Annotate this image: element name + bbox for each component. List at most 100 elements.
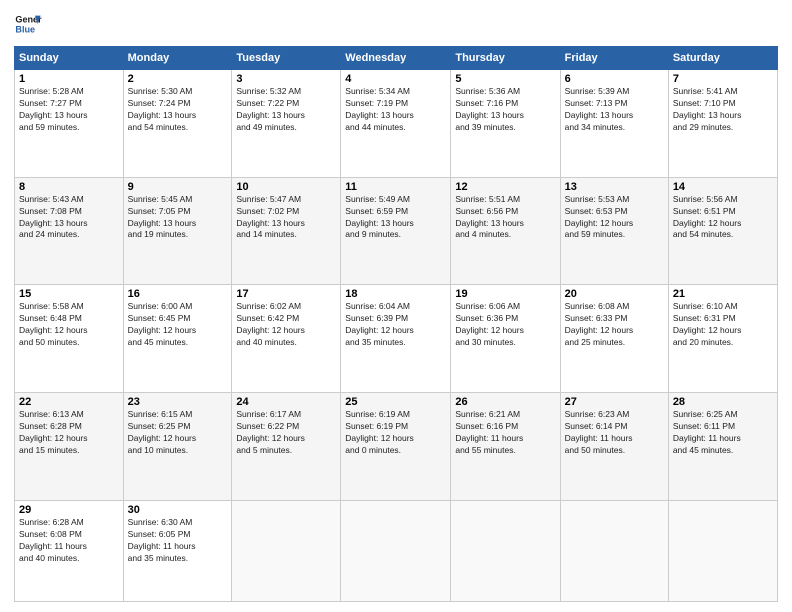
- calendar-cell: 1Sunrise: 5:28 AM Sunset: 7:27 PM Daylig…: [15, 70, 124, 178]
- day-number: 14: [673, 181, 773, 193]
- day-info: Sunrise: 6:17 AM Sunset: 6:22 PM Dayligh…: [236, 409, 336, 457]
- day-info: Sunrise: 6:19 AM Sunset: 6:19 PM Dayligh…: [345, 409, 446, 457]
- day-number: 30: [128, 504, 228, 516]
- calendar-cell: 25Sunrise: 6:19 AM Sunset: 6:19 PM Dayli…: [341, 393, 451, 501]
- calendar-cell: 14Sunrise: 5:56 AM Sunset: 6:51 PM Dayli…: [668, 177, 777, 285]
- day-number: 10: [236, 181, 336, 193]
- logo: General Blue: [14, 10, 42, 38]
- day-info: Sunrise: 6:21 AM Sunset: 6:16 PM Dayligh…: [455, 409, 555, 457]
- day-info: Sunrise: 6:06 AM Sunset: 6:36 PM Dayligh…: [455, 301, 555, 349]
- day-info: Sunrise: 5:34 AM Sunset: 7:19 PM Dayligh…: [345, 86, 446, 134]
- day-info: Sunrise: 5:43 AM Sunset: 7:08 PM Dayligh…: [19, 194, 119, 242]
- page: General Blue SundayMondayTuesdayWednesda…: [0, 0, 792, 612]
- day-number: 5: [455, 73, 555, 85]
- weekday-header-monday: Monday: [123, 47, 232, 70]
- calendar-cell: 10Sunrise: 5:47 AM Sunset: 7:02 PM Dayli…: [232, 177, 341, 285]
- day-number: 29: [19, 504, 119, 516]
- day-info: Sunrise: 5:41 AM Sunset: 7:10 PM Dayligh…: [673, 86, 773, 134]
- day-number: 23: [128, 396, 228, 408]
- day-info: Sunrise: 5:51 AM Sunset: 6:56 PM Dayligh…: [455, 194, 555, 242]
- calendar-cell: 22Sunrise: 6:13 AM Sunset: 6:28 PM Dayli…: [15, 393, 124, 501]
- day-info: Sunrise: 6:08 AM Sunset: 6:33 PM Dayligh…: [565, 301, 664, 349]
- day-info: Sunrise: 5:49 AM Sunset: 6:59 PM Dayligh…: [345, 194, 446, 242]
- svg-text:Blue: Blue: [15, 24, 35, 34]
- weekday-header-sunday: Sunday: [15, 47, 124, 70]
- day-number: 24: [236, 396, 336, 408]
- day-number: 20: [565, 288, 664, 300]
- calendar-cell: 18Sunrise: 6:04 AM Sunset: 6:39 PM Dayli…: [341, 285, 451, 393]
- calendar-cell: 21Sunrise: 6:10 AM Sunset: 6:31 PM Dayli…: [668, 285, 777, 393]
- day-number: 6: [565, 73, 664, 85]
- day-info: Sunrise: 5:56 AM Sunset: 6:51 PM Dayligh…: [673, 194, 773, 242]
- day-number: 27: [565, 396, 664, 408]
- day-info: Sunrise: 6:23 AM Sunset: 6:14 PM Dayligh…: [565, 409, 664, 457]
- day-number: 11: [345, 181, 446, 193]
- week-row-2: 8Sunrise: 5:43 AM Sunset: 7:08 PM Daylig…: [15, 177, 778, 285]
- calendar-cell: 4Sunrise: 5:34 AM Sunset: 7:19 PM Daylig…: [341, 70, 451, 178]
- day-number: 18: [345, 288, 446, 300]
- day-info: Sunrise: 5:45 AM Sunset: 7:05 PM Dayligh…: [128, 194, 228, 242]
- day-number: 1: [19, 73, 119, 85]
- day-number: 12: [455, 181, 555, 193]
- day-number: 26: [455, 396, 555, 408]
- day-number: 8: [19, 181, 119, 193]
- day-info: Sunrise: 6:25 AM Sunset: 6:11 PM Dayligh…: [673, 409, 773, 457]
- calendar-cell: 5Sunrise: 5:36 AM Sunset: 7:16 PM Daylig…: [451, 70, 560, 178]
- calendar-cell: 29Sunrise: 6:28 AM Sunset: 6:08 PM Dayli…: [15, 500, 124, 601]
- day-number: 25: [345, 396, 446, 408]
- weekday-header-wednesday: Wednesday: [341, 47, 451, 70]
- calendar-cell: 3Sunrise: 5:32 AM Sunset: 7:22 PM Daylig…: [232, 70, 341, 178]
- week-row-5: 29Sunrise: 6:28 AM Sunset: 6:08 PM Dayli…: [15, 500, 778, 601]
- calendar-cell: 17Sunrise: 6:02 AM Sunset: 6:42 PM Dayli…: [232, 285, 341, 393]
- day-number: 2: [128, 73, 228, 85]
- day-number: 9: [128, 181, 228, 193]
- calendar-cell: [232, 500, 341, 601]
- day-number: 19: [455, 288, 555, 300]
- day-number: 16: [128, 288, 228, 300]
- weekday-header-row: SundayMondayTuesdayWednesdayThursdayFrid…: [15, 47, 778, 70]
- day-info: Sunrise: 5:32 AM Sunset: 7:22 PM Dayligh…: [236, 86, 336, 134]
- calendar-cell: 13Sunrise: 5:53 AM Sunset: 6:53 PM Dayli…: [560, 177, 668, 285]
- calendar-cell: 9Sunrise: 5:45 AM Sunset: 7:05 PM Daylig…: [123, 177, 232, 285]
- calendar-cell: 2Sunrise: 5:30 AM Sunset: 7:24 PM Daylig…: [123, 70, 232, 178]
- day-info: Sunrise: 6:15 AM Sunset: 6:25 PM Dayligh…: [128, 409, 228, 457]
- weekday-header-thursday: Thursday: [451, 47, 560, 70]
- calendar-cell: 28Sunrise: 6:25 AM Sunset: 6:11 PM Dayli…: [668, 393, 777, 501]
- day-info: Sunrise: 5:36 AM Sunset: 7:16 PM Dayligh…: [455, 86, 555, 134]
- day-info: Sunrise: 6:00 AM Sunset: 6:45 PM Dayligh…: [128, 301, 228, 349]
- day-info: Sunrise: 6:02 AM Sunset: 6:42 PM Dayligh…: [236, 301, 336, 349]
- calendar-cell: 27Sunrise: 6:23 AM Sunset: 6:14 PM Dayli…: [560, 393, 668, 501]
- weekday-header-saturday: Saturday: [668, 47, 777, 70]
- header: General Blue: [14, 10, 778, 38]
- week-row-4: 22Sunrise: 6:13 AM Sunset: 6:28 PM Dayli…: [15, 393, 778, 501]
- calendar-cell: [560, 500, 668, 601]
- calendar-cell: 30Sunrise: 6:30 AM Sunset: 6:05 PM Dayli…: [123, 500, 232, 601]
- day-info: Sunrise: 5:58 AM Sunset: 6:48 PM Dayligh…: [19, 301, 119, 349]
- weekday-header-friday: Friday: [560, 47, 668, 70]
- day-number: 4: [345, 73, 446, 85]
- calendar-cell: [668, 500, 777, 601]
- day-info: Sunrise: 5:47 AM Sunset: 7:02 PM Dayligh…: [236, 194, 336, 242]
- day-number: 22: [19, 396, 119, 408]
- calendar-cell: 19Sunrise: 6:06 AM Sunset: 6:36 PM Dayli…: [451, 285, 560, 393]
- calendar-cell: 23Sunrise: 6:15 AM Sunset: 6:25 PM Dayli…: [123, 393, 232, 501]
- calendar-cell: 26Sunrise: 6:21 AM Sunset: 6:16 PM Dayli…: [451, 393, 560, 501]
- week-row-3: 15Sunrise: 5:58 AM Sunset: 6:48 PM Dayli…: [15, 285, 778, 393]
- calendar-cell: 6Sunrise: 5:39 AM Sunset: 7:13 PM Daylig…: [560, 70, 668, 178]
- day-number: 28: [673, 396, 773, 408]
- day-info: Sunrise: 6:30 AM Sunset: 6:05 PM Dayligh…: [128, 517, 228, 565]
- weekday-header-tuesday: Tuesday: [232, 47, 341, 70]
- calendar-cell: [341, 500, 451, 601]
- day-number: 13: [565, 181, 664, 193]
- calendar-cell: 16Sunrise: 6:00 AM Sunset: 6:45 PM Dayli…: [123, 285, 232, 393]
- day-number: 15: [19, 288, 119, 300]
- day-info: Sunrise: 6:13 AM Sunset: 6:28 PM Dayligh…: [19, 409, 119, 457]
- week-row-1: 1Sunrise: 5:28 AM Sunset: 7:27 PM Daylig…: [15, 70, 778, 178]
- day-number: 3: [236, 73, 336, 85]
- calendar-cell: 20Sunrise: 6:08 AM Sunset: 6:33 PM Dayli…: [560, 285, 668, 393]
- logo-icon: General Blue: [14, 10, 42, 38]
- day-number: 7: [673, 73, 773, 85]
- day-info: Sunrise: 5:39 AM Sunset: 7:13 PM Dayligh…: [565, 86, 664, 134]
- calendar-cell: 7Sunrise: 5:41 AM Sunset: 7:10 PM Daylig…: [668, 70, 777, 178]
- calendar-table: SundayMondayTuesdayWednesdayThursdayFrid…: [14, 46, 778, 602]
